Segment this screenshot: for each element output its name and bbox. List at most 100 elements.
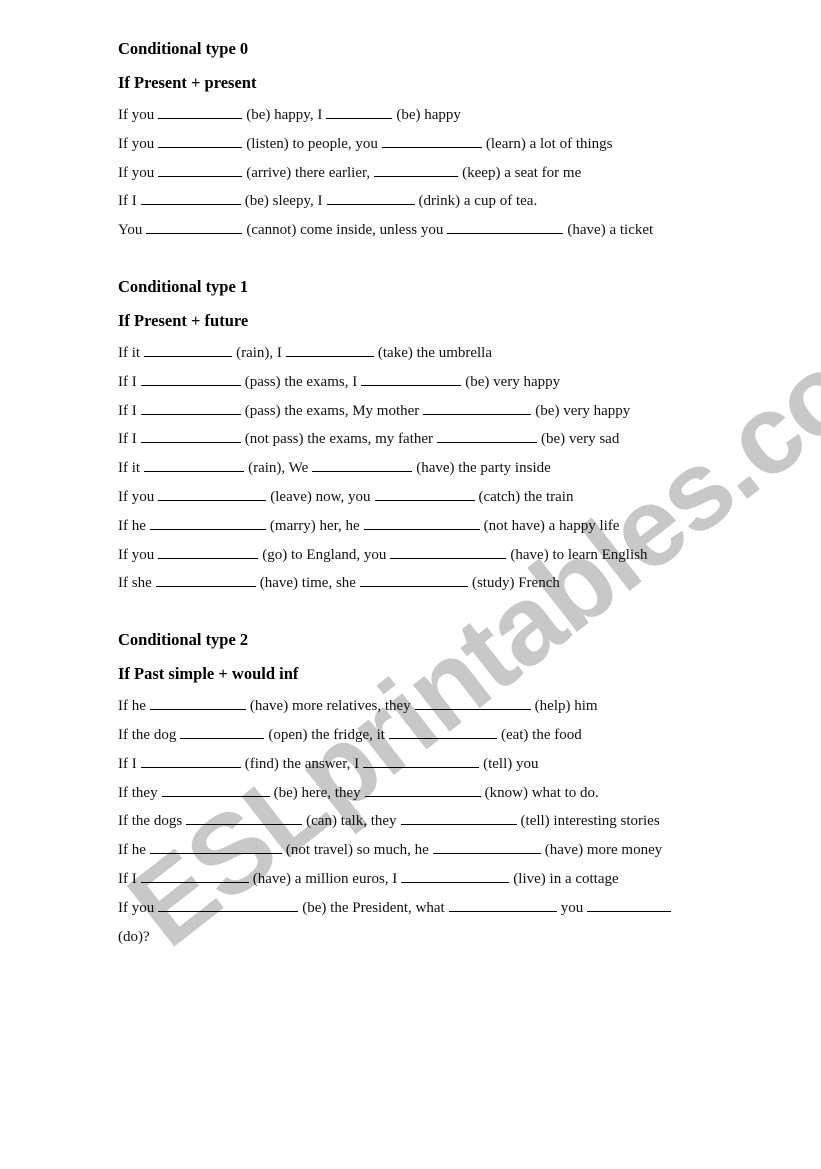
line-end: (have) more money [544, 842, 663, 859]
answer-blank[interactable] [158, 133, 243, 148]
line-end: (tell) you [483, 755, 539, 772]
line-middle: (rain), I [236, 344, 282, 361]
answer-blank[interactable] [359, 572, 468, 588]
line-start: If the dog [118, 726, 177, 743]
line-middle: you [560, 899, 584, 916]
exercise-line: If she (have) time, she (study) French [118, 569, 718, 598]
answer-blank[interactable] [140, 428, 241, 444]
answer-blank[interactable] [363, 753, 480, 768]
line-end: (take) the umbrella [377, 344, 493, 361]
answer-blank[interactable] [312, 457, 413, 473]
line-middle: (cannot) come inside, unless you [246, 222, 444, 239]
exercise-line: If I (be) sleepy, I (drink) a cup of tea. [118, 187, 718, 216]
answer-blank[interactable] [388, 724, 497, 739]
answer-blank[interactable] [423, 400, 532, 415]
answer-blank[interactable] [390, 544, 507, 559]
line-start: If you [118, 488, 155, 505]
answer-blank[interactable] [180, 724, 265, 739]
answer-blank[interactable] [186, 810, 303, 826]
answer-blank[interactable] [158, 544, 259, 559]
answer-blank[interactable] [140, 753, 241, 768]
line-middle: (rain), We [248, 460, 309, 477]
answer-blank[interactable] [448, 897, 557, 912]
answer-blank[interactable] [149, 695, 246, 711]
answer-blank[interactable] [326, 104, 393, 119]
line-end: (do)? [118, 928, 150, 945]
line-end: (be) happy [396, 107, 461, 123]
answer-blank[interactable] [140, 400, 241, 415]
line-middle: (go) to England, you [262, 546, 387, 563]
line-start: If the dogs [118, 813, 183, 830]
line-start: If you [118, 107, 155, 123]
line-middle: (not travel) so much, he [285, 842, 429, 859]
section-title: Conditional type 2 [118, 630, 249, 650]
exercise-line: If I (pass) the exams, I (be) very happy [118, 368, 718, 397]
line-end: (help) him [534, 698, 598, 715]
answer-blank[interactable] [363, 515, 480, 530]
exercise-line: If you (leave) now, you (catch) the train [118, 483, 718, 512]
answer-blank[interactable] [432, 839, 541, 855]
line-middle: (arrive) there earlier, [246, 164, 371, 181]
line-start: You [118, 222, 143, 239]
section-conditional-type-0: Conditional type 0 If Present + present … [118, 37, 718, 245]
answer-blank[interactable] [155, 572, 256, 588]
exercise-line: If you (go) to England, you (have) to lear… [118, 541, 718, 570]
line-start: If I [118, 431, 137, 448]
answer-blank[interactable] [158, 897, 299, 912]
answer-blank[interactable] [447, 219, 564, 235]
line-start: If you [118, 899, 155, 916]
answer-blank[interactable] [161, 782, 270, 797]
answer-blank[interactable] [149, 839, 282, 855]
line-start: If it [118, 460, 141, 477]
answer-blank[interactable] [146, 219, 243, 235]
answer-blank[interactable] [285, 342, 374, 357]
section-subtitle: If Present + future [118, 310, 249, 330]
answer-blank[interactable] [414, 695, 531, 711]
answer-blank[interactable] [149, 515, 266, 530]
answer-blank[interactable] [158, 486, 267, 501]
answer-blank[interactable] [140, 868, 249, 883]
answer-blank[interactable] [140, 371, 241, 386]
line-start: If you [118, 546, 155, 563]
answer-blank[interactable] [437, 428, 538, 444]
answer-blank[interactable] [361, 371, 462, 386]
line-middle: (pass) the exams, My mother [244, 402, 420, 419]
answer-blank[interactable] [158, 162, 243, 177]
line-end: (study) French [471, 575, 560, 592]
answer-blank[interactable] [144, 457, 245, 473]
worksheet-content: Conditional type 0 If Present + present … [118, 37, 718, 951]
exercise-line-continuation: (do)? [118, 923, 718, 952]
line-end: (be) very happy [465, 373, 561, 390]
exercise-line: If he (have) more relatives, they (help) h… [118, 692, 718, 721]
line-start: If he [118, 698, 146, 715]
answer-blank[interactable] [140, 190, 241, 206]
line-start: If he [118, 842, 146, 859]
line-middle: (marry) her, he [269, 517, 360, 534]
exercise-line: If he (not travel) so much, he (have) more… [118, 836, 718, 865]
answer-blank[interactable] [400, 810, 517, 826]
answer-blank[interactable] [364, 782, 481, 797]
answer-blank[interactable] [326, 190, 415, 206]
answer-blank[interactable] [587, 897, 672, 912]
section-conditional-type-1: Conditional type 1 If Present + future I… [118, 275, 718, 598]
exercise-line: If you (be) happy, I (be) happy [118, 101, 718, 130]
exercise-line: If you (arrive) there earlier, (keep) a se… [118, 159, 718, 188]
line-end: (live) in a cottage [513, 870, 619, 887]
answer-blank[interactable] [158, 104, 243, 119]
section-subtitle: If Present + present [118, 73, 257, 92]
line-middle: (not pass) the exams, my father [244, 431, 434, 448]
line-middle: (can) talk, they [306, 813, 397, 830]
exercise-line: If they (be) here, they (know) what to do. [118, 779, 718, 808]
line-middle: (be) sleepy, I [244, 193, 323, 210]
answer-blank[interactable] [401, 868, 510, 883]
line-middle: (leave) now, you [270, 488, 371, 505]
exercise-line: If I (have) a million euros, I (live) in a… [118, 865, 718, 894]
answer-blank[interactable] [144, 342, 233, 357]
answer-blank[interactable] [381, 133, 482, 148]
answer-blank[interactable] [374, 162, 459, 177]
line-start: If you [118, 135, 155, 152]
line-middle: (find) the answer, I [244, 755, 360, 772]
answer-blank[interactable] [374, 486, 475, 501]
section-title: Conditional type 0 [118, 39, 249, 58]
exercise-line: If the dog (open) the fridge, it (eat) the… [118, 721, 718, 750]
